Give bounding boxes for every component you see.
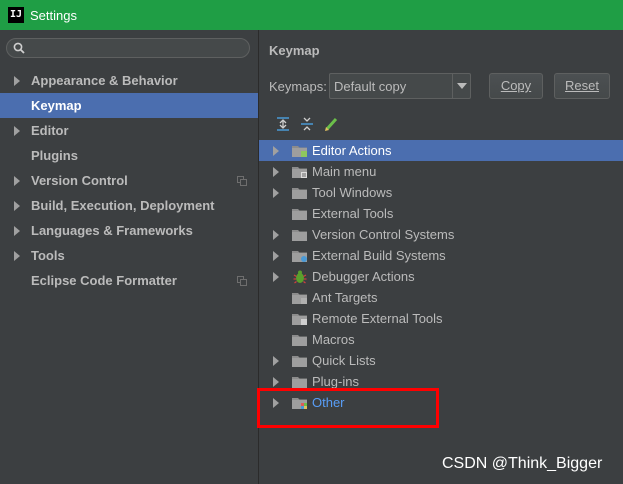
tree-node-label: Editor Actions: [312, 143, 392, 158]
chevron-right-icon[interactable]: [273, 188, 279, 198]
tree-node-label: Debugger Actions: [312, 269, 415, 284]
settings-nav-list: Appearance & Behavior Keymap Editor Plugins…: [0, 68, 258, 293]
sidebar-item-label: Eclipse Code Formatter: [31, 273, 177, 288]
tree-node-label: Main menu: [312, 164, 377, 179]
chevron-right-icon[interactable]: [14, 126, 20, 136]
sidebar-item-label: Keymap: [31, 98, 82, 113]
keymap-select-value: Default copy: [334, 79, 407, 94]
search-icon: [13, 42, 25, 54]
select-divider: [452, 74, 453, 98]
chevron-down-icon: [457, 83, 467, 89]
sidebar-item-version-control[interactable]: Version Control: [0, 168, 258, 193]
folder-icon: [292, 230, 307, 241]
tree-node-external-build-systems[interactable]: External Build Systems: [259, 245, 623, 266]
sidebar-item-label: Build, Execution, Deployment: [31, 198, 215, 213]
tree-node-label: Tool Windows: [312, 185, 393, 200]
bug-icon: [293, 270, 307, 284]
chevron-right-icon[interactable]: [273, 272, 279, 282]
sidebar-item-label: Plugins: [31, 148, 78, 163]
tree-node-quick-lists[interactable]: Quick Lists: [259, 350, 623, 371]
tree-node-main-menu[interactable]: Main menu: [259, 161, 623, 182]
folder-icon: [292, 188, 307, 199]
tree-node-label: Quick Lists: [312, 353, 376, 368]
edit-icon[interactable]: [323, 116, 339, 132]
chevron-right-icon[interactable]: [14, 176, 20, 186]
chevron-right-icon[interactable]: [14, 201, 20, 211]
copy-button[interactable]: Copy: [489, 73, 543, 99]
page-title: Keymap: [269, 43, 320, 58]
folder-ant-icon: [292, 293, 307, 304]
folder-remote-icon: [292, 314, 307, 325]
tree-node-label: Remote External Tools: [312, 311, 443, 326]
tree-node-label: External Tools: [312, 206, 394, 221]
chevron-right-icon[interactable]: [273, 251, 279, 261]
title-bar: IJ Settings: [0, 0, 623, 30]
folder-menu-icon: [292, 167, 307, 178]
tree-node-tool-windows[interactable]: Tool Windows: [259, 182, 623, 203]
tree-node-remote-external-tools[interactable]: Remote External Tools: [259, 308, 623, 329]
project-settings-icon: [237, 176, 247, 186]
chevron-right-icon[interactable]: [273, 377, 279, 387]
watermark: CSDN @Think_Bigger: [442, 455, 603, 472]
chevron-right-icon[interactable]: [14, 226, 20, 236]
window-title: Settings: [30, 7, 77, 23]
chevron-right-icon[interactable]: [14, 251, 20, 261]
folder-icon: [292, 335, 307, 346]
chevron-right-icon[interactable]: [273, 230, 279, 240]
tree-node-version-control-systems[interactable]: Version Control Systems: [259, 224, 623, 245]
tree-node-label: External Build Systems: [312, 248, 446, 263]
tree-node-label: Macros: [312, 332, 355, 347]
highlight-annotation: [257, 388, 439, 428]
sidebar-item-tools[interactable]: Tools: [0, 243, 258, 268]
collapse-all-icon[interactable]: [299, 116, 315, 132]
folder-build-icon: [292, 251, 307, 262]
chevron-right-icon[interactable]: [14, 76, 20, 86]
sidebar-item-label: Languages & Frameworks: [31, 223, 193, 238]
sidebar-item-eclipse-code-formatter[interactable]: Eclipse Code Formatter: [0, 268, 258, 293]
sidebar-item-label: Version Control: [31, 173, 128, 188]
tree-node-macros[interactable]: Macros: [259, 329, 623, 350]
chevron-right-icon[interactable]: [273, 167, 279, 177]
project-settings-icon: [237, 276, 247, 286]
sidebar-item-editor[interactable]: Editor: [0, 118, 258, 143]
sidebar-item-languages-frameworks[interactable]: Languages & Frameworks: [0, 218, 258, 243]
folder-icon: [292, 209, 307, 220]
chevron-right-icon[interactable]: [273, 356, 279, 366]
tree-node-debugger-actions[interactable]: Debugger Actions: [259, 266, 623, 287]
folder-icon: [292, 377, 307, 388]
sidebar-item-appearance-behavior[interactable]: Appearance & Behavior: [0, 68, 258, 93]
expand-all-icon[interactable]: [275, 116, 291, 132]
keymap-select[interactable]: Default copy: [329, 73, 471, 99]
tree-node-external-tools[interactable]: External Tools: [259, 203, 623, 224]
search-field[interactable]: [6, 38, 250, 58]
settings-sidebar: Appearance & Behavior Keymap Editor Plugins…: [0, 30, 259, 484]
tree-node-editor-actions[interactable]: Editor Actions: [259, 140, 623, 161]
folder-editor-icon: [292, 146, 307, 157]
reset-button[interactable]: Reset: [554, 73, 610, 99]
sidebar-item-label: Appearance & Behavior: [31, 73, 178, 88]
sidebar-item-keymap[interactable]: Keymap: [0, 93, 258, 118]
chevron-right-icon[interactable]: [273, 146, 279, 156]
tree-node-label: Version Control Systems: [312, 227, 455, 242]
sidebar-item-plugins[interactable]: Plugins: [0, 143, 258, 168]
keymaps-label: Keymaps:: [269, 79, 327, 94]
sidebar-item-label: Tools: [31, 248, 65, 263]
app-logo-icon: IJ: [8, 7, 24, 23]
keymap-tree: Editor Actions Main menu Tool Windows Exter…: [259, 140, 623, 413]
tree-node-ant-targets[interactable]: Ant Targets: [259, 287, 623, 308]
sidebar-item-label: Editor: [31, 123, 69, 138]
folder-icon: [292, 356, 307, 367]
tree-node-label: Ant Targets: [312, 290, 378, 305]
keymap-toolbar: [275, 116, 339, 132]
sidebar-item-build-execution-deployment[interactable]: Build, Execution, Deployment: [0, 193, 258, 218]
